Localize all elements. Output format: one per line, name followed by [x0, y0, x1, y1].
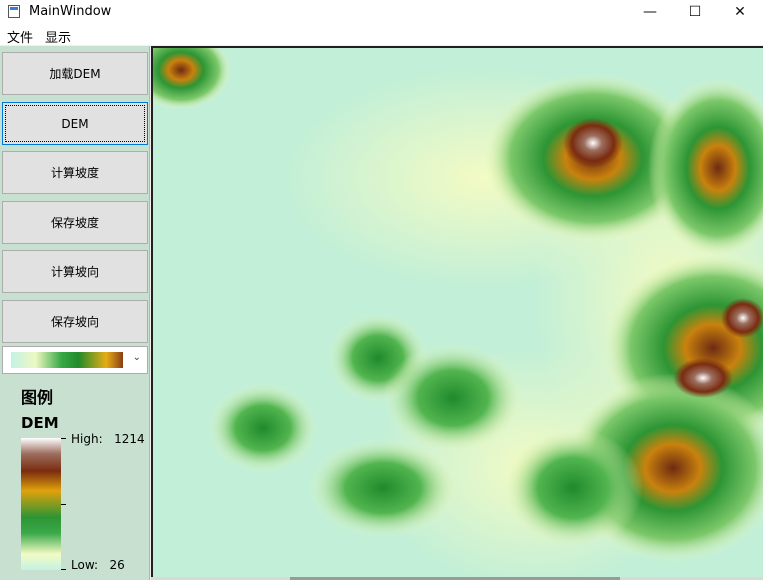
save-aspect-button[interactable]: 保存坡向 — [2, 300, 148, 343]
maximize-button[interactable]: ☐ — [672, 0, 718, 26]
menu-bar: 文件 显示 — [0, 26, 763, 46]
legend-tick-mid — [61, 504, 66, 505]
save-slope-button[interactable]: 保存坡度 — [2, 201, 148, 244]
menu-view[interactable]: 显示 — [45, 27, 71, 46]
color-ramp-swatch — [11, 352, 123, 368]
window-title: MainWindow — [29, 4, 112, 19]
window-app-icon — [8, 5, 20, 18]
title-bar: MainWindow — ☐ ✕ — [0, 0, 763, 26]
dem-map-canvas[interactable] — [151, 46, 763, 577]
load-dem-button[interactable]: 加载DEM — [2, 52, 148, 95]
legend-low-text: Low: — [71, 558, 99, 572]
legend-layer-name: DEM — [21, 414, 59, 432]
dem-raster — [153, 48, 763, 577]
legend-tick-low — [61, 569, 66, 570]
legend-low-label: Low: 26 — [71, 558, 125, 572]
menu-file[interactable]: 文件 — [7, 27, 33, 46]
legend-low-value: 26 — [109, 558, 125, 572]
dem-button[interactable]: DEM — [2, 102, 148, 145]
legend-high-label: High: 1214 — [71, 432, 145, 446]
legend-high-text: High: — [71, 432, 103, 446]
compute-slope-button[interactable]: 计算坡度 — [2, 151, 148, 194]
compute-aspect-button[interactable]: 计算坡向 — [2, 250, 148, 293]
legend-high-value: 1214 — [114, 432, 145, 446]
legend-tick-high — [61, 438, 66, 439]
legend-color-ramp — [21, 438, 61, 570]
color-ramp-select[interactable]: ⌄ — [2, 346, 148, 374]
chevron-down-icon[interactable]: ⌄ — [133, 352, 141, 363]
control-panel: 加载DEM DEM 计算坡度 保存坡度 计算坡向 保存坡向 ⌄ 图例 DEM H… — [0, 46, 150, 580]
legend-title: 图例 — [21, 388, 54, 407]
close-button[interactable]: ✕ — [717, 0, 763, 26]
minimize-button[interactable]: — — [627, 0, 673, 26]
